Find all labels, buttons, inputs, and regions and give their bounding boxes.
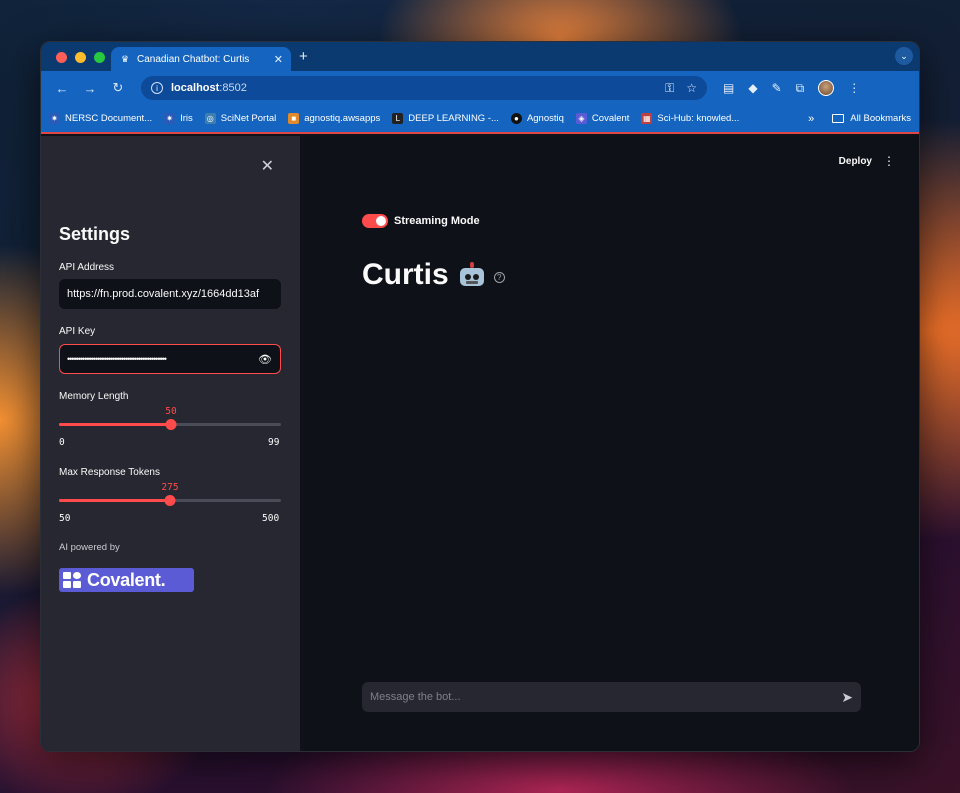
bookmark-item[interactable]: ■ agnostiq.awsapps [288,113,380,124]
bookmark-item[interactable]: ▦ Sci-Hub: knowled... [641,113,739,124]
chat-input[interactable]: Message the bot... ➤ [362,682,861,712]
slider-fill [59,423,172,426]
help-question-icon[interactable]: ? [493,271,505,283]
close-sidebar-icon[interactable]: ✕ [261,156,274,176]
max-tokens-slider[interactable] [59,495,281,506]
main-content: Deploy ⋮ Streaming Mode Curtis ? Message… [300,136,919,751]
api-key-value: ••••••••••••••••••••••••••••••••••••••••… [67,354,167,364]
api-address-label: API Address [59,262,115,273]
close-window-button[interactable] [56,52,67,63]
max-tokens-max: 500 [262,513,280,524]
slider-fill [59,499,170,502]
toolbar-extensions: ▤ ◆ ✎ ⧉ ⋮ [723,80,860,96]
sidebar: ✕ Settings API Address https://fn.prod.c… [41,136,300,751]
memory-length-value: 50 [165,406,177,417]
memory-length-min: 0 [59,437,65,448]
document-icon[interactable]: ▤ [723,81,734,95]
tab-strip: ♛ Canadian Chatbot: Curtis ✕ + ⌄ [41,42,919,71]
max-tokens-min: 50 [59,513,71,524]
reload-icon[interactable]: ↻ [107,80,129,96]
more-bookmarks-chevron-icon[interactable]: » [808,113,814,125]
back-arrow-icon[interactable]: ← [51,81,73,96]
password-key-icon[interactable]: ⚿ [665,81,674,96]
tab-title: Canadian Chatbot: Curtis [137,53,250,65]
extension-shield-icon[interactable]: ◆ [748,81,757,95]
url-host: localhost [171,82,220,94]
bookmark-star-icon[interactable]: ☆ [686,81,697,95]
highlighter-icon[interactable]: ✎ [772,81,782,95]
nersc-icon: ✷ [49,113,60,124]
send-icon[interactable]: ➤ [841,689,853,706]
aws-cube-icon: ■ [288,113,300,124]
streamlit-crown-icon: ♛ [120,53,130,64]
page-heading: Curtis ? [362,258,505,292]
covalent-logo-text: Covalent. [87,569,166,590]
bookmark-item[interactable]: L DEEP LEARNING -... [392,113,499,124]
covalent-icon: ◈ [575,113,587,124]
covalent-logo-icon [63,572,83,588]
robot-face-icon [458,262,486,288]
api-key-label: API Key [59,326,96,337]
all-bookmarks-button[interactable]: All Bookmarks [832,113,911,124]
streaming-mode-label: Streaming Mode [394,215,480,227]
deep-learning-icon: L [392,113,404,124]
browser-toolbar: ← → ↻ i localhost :8502 ⚿ ☆ ▤ ◆ ✎ ⧉ ⋮ [41,71,919,105]
forward-arrow-icon[interactable]: → [79,81,101,96]
profile-avatar[interactable] [818,80,835,96]
memory-length-max: 99 [268,437,280,448]
tab-close-icon[interactable]: ✕ [274,53,283,66]
browser-window: ♛ Canadian Chatbot: Curtis ✕ + ⌄ ← → ↻ i… [40,41,920,752]
bookmark-item[interactable]: ✷ NERSC Document... [49,113,152,124]
toggle-switch[interactable] [362,214,388,228]
max-tokens-value: 275 [161,482,179,493]
show-password-eye-icon[interactable]: 👁 [257,353,273,366]
site-info-icon[interactable]: i [151,82,163,94]
bookmark-item[interactable]: ◈ Covalent [575,113,629,124]
api-address-value: https://fn.prod.covalent.xyz/1664dd13af [67,288,260,300]
slider-thumb[interactable] [164,495,176,506]
sidebar-title: Settings [59,224,131,244]
main-menu-icon[interactable]: ⋮ [883,154,895,168]
chat-input-placeholder: Message the bot... [370,691,461,703]
browser-menu-icon[interactable]: ⋮ [848,81,860,95]
api-key-input[interactable]: ••••••••••••••••••••••••••••••••••••••••… [59,344,281,374]
folder-icon [832,114,845,123]
deploy-button[interactable]: Deploy [839,156,872,167]
covalent-logo: Covalent. [59,568,194,592]
memory-length-slider[interactable] [59,419,281,430]
page-title: Curtis [362,258,449,291]
extensions-puzzle-icon[interactable]: ⧉ [796,81,805,96]
scinet-icon: ◎ [204,113,216,124]
max-tokens-label: Max Response Tokens [59,467,160,478]
bookmark-item[interactable]: ● Agnostiq [510,113,564,124]
tab-search-chevron-icon[interactable]: ⌄ [895,47,913,65]
streaming-mode-toggle[interactable]: Streaming Mode [362,214,480,228]
url-port: :8502 [219,82,247,94]
maximize-window-button[interactable] [94,52,105,63]
memory-length-label: Memory Length [59,391,129,402]
bookmark-item[interactable]: ✷ Iris [164,113,193,124]
bookmark-item[interactable]: ◎ SciNet Portal [204,113,276,124]
nersc-icon: ✷ [164,113,176,124]
minimize-window-button[interactable] [75,52,86,63]
window-controls [56,52,105,63]
streamlit-app: ✕ Settings API Address https://fn.prod.c… [41,136,919,751]
github-icon: ● [510,113,522,124]
new-tab-button[interactable]: + [299,48,308,65]
powered-by-label: AI powered by [59,542,120,553]
browser-tab-active[interactable]: ♛ Canadian Chatbot: Curtis ✕ [111,47,291,71]
bookmarks-bar: ✷ NERSC Document... ✷ Iris ◎ SciNet Port… [41,105,919,134]
address-bar[interactable]: i localhost :8502 ⚿ ☆ [141,76,707,100]
api-address-input[interactable]: https://fn.prod.covalent.xyz/1664dd13af [59,279,281,309]
scihub-icon: ▦ [641,113,653,124]
slider-thumb[interactable] [165,419,177,430]
